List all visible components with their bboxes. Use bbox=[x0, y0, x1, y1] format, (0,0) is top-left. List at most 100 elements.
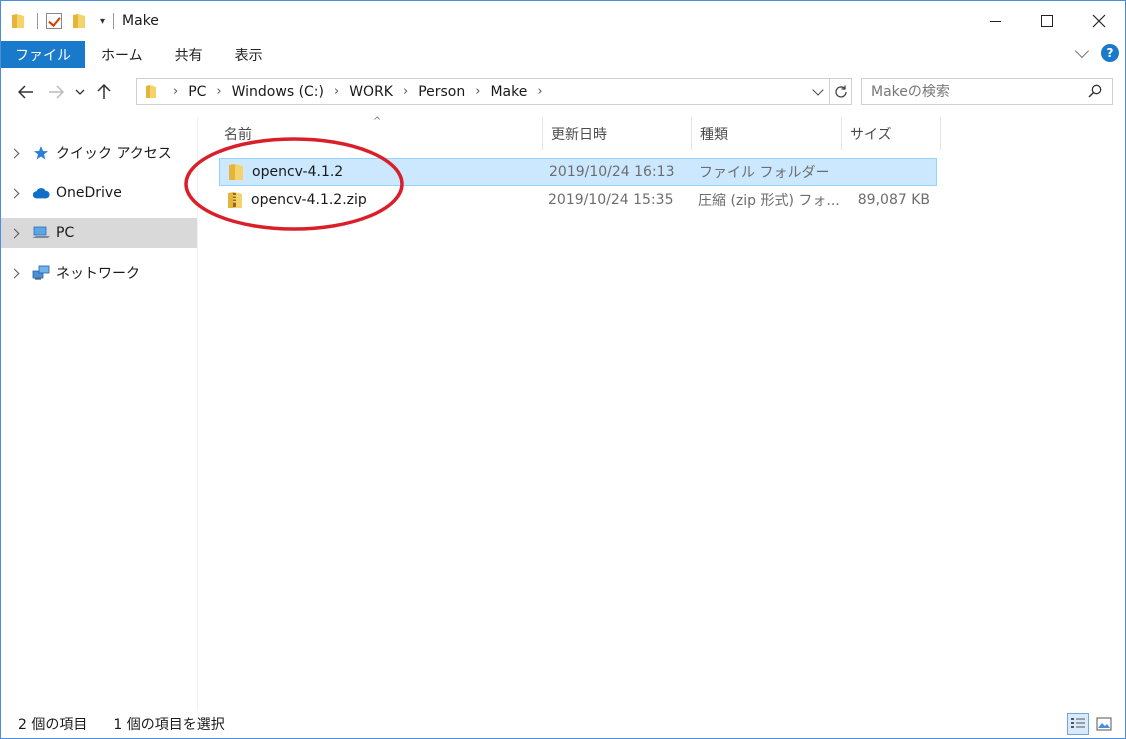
file-size: 89,087 KB bbox=[857, 192, 930, 208]
chevron-down-icon bbox=[75, 89, 85, 95]
forward-arrow-icon bbox=[49, 85, 64, 99]
file-date: 2019/10/24 15:35 bbox=[548, 192, 674, 208]
folder-icon bbox=[145, 84, 157, 99]
properties-icon[interactable] bbox=[46, 13, 62, 29]
up-arrow-icon bbox=[97, 84, 111, 99]
file-name: opencv-4.1.2.zip bbox=[251, 192, 367, 208]
view-switcher bbox=[1063, 713, 1115, 735]
folder-icon bbox=[228, 163, 244, 181]
sidebar-item-label: OneDrive bbox=[56, 185, 122, 201]
refresh-button[interactable] bbox=[829, 79, 851, 104]
item-count: 2 個の項目 bbox=[18, 716, 88, 733]
back-button[interactable] bbox=[11, 78, 41, 106]
details-view-icon bbox=[1071, 718, 1085, 728]
file-name-cell[interactable]: opencv-4.1.2.zip bbox=[219, 191, 544, 209]
sidebar-item-label: ネットワーク bbox=[56, 266, 140, 282]
folder-icon bbox=[11, 13, 25, 29]
sort-ascending-icon: ^ bbox=[373, 116, 382, 127]
chevron-right-icon[interactable] bbox=[9, 148, 20, 158]
tab-view[interactable]: 表示 bbox=[219, 41, 279, 68]
address-history-button[interactable] bbox=[807, 79, 829, 104]
file-date: 2019/10/24 16:13 bbox=[549, 164, 675, 180]
new-folder-icon[interactable] bbox=[72, 13, 86, 29]
sidebar-item-label: PC bbox=[56, 225, 75, 241]
column-header-size[interactable]: サイズ bbox=[842, 117, 941, 150]
column-header-label: サイズ bbox=[850, 126, 892, 143]
column-header-type[interactable]: 種類 bbox=[692, 117, 842, 150]
breadcrumb-windows-c[interactable]: Windows (C:) bbox=[232, 84, 324, 100]
close-icon bbox=[1092, 14, 1106, 28]
column-header-label: 種類 bbox=[700, 126, 728, 143]
column-headers: ^ 名前 更新日時 種類 サイズ bbox=[199, 116, 1125, 150]
refresh-icon bbox=[834, 85, 847, 98]
column-header-date[interactable]: 更新日時 bbox=[543, 117, 692, 150]
large-icons-view-icon bbox=[1096, 717, 1112, 731]
navigation-bar: › PC › Windows (C:) › WORK › Person › Ma… bbox=[1, 68, 1125, 116]
up-button[interactable] bbox=[89, 78, 119, 106]
quick-access-toolbar: ▾ bbox=[1, 1, 118, 41]
file-type: 圧縮 (zip 形式) フォ... bbox=[698, 193, 840, 209]
navigation-pane: クイック アクセス OneDrive PC ネットワーク bbox=[1, 117, 198, 709]
table-row[interactable]: opencv-4.1.2 2019/10/24 16:13 ファイル フォルダー bbox=[219, 158, 937, 186]
recent-locations-button[interactable] bbox=[71, 78, 89, 106]
breadcrumb-separator[interactable]: › bbox=[216, 84, 221, 99]
forward-button[interactable] bbox=[41, 78, 71, 106]
toolbar-separator bbox=[113, 13, 115, 29]
star-icon bbox=[32, 145, 50, 161]
breadcrumb-separator[interactable]: › bbox=[403, 84, 408, 99]
back-arrow-icon bbox=[18, 85, 33, 99]
breadcrumb-work[interactable]: WORK bbox=[349, 84, 393, 100]
cloud-icon bbox=[32, 185, 50, 201]
sidebar-item-pc[interactable]: PC bbox=[1, 218, 197, 248]
selected-count: 1 個の項目を選択 bbox=[113, 716, 225, 733]
tab-home[interactable]: ホーム bbox=[85, 41, 159, 68]
sidebar-item-label: クイック アクセス bbox=[56, 146, 172, 162]
file-type: ファイル フォルダー bbox=[699, 165, 830, 181]
sidebar-item-quick-access[interactable]: クイック アクセス bbox=[1, 133, 197, 173]
breadcrumb-make[interactable]: Make bbox=[490, 84, 527, 100]
minimize-button[interactable] bbox=[969, 1, 1021, 41]
pc-icon bbox=[32, 225, 50, 241]
minimize-icon bbox=[989, 20, 1001, 22]
window-controls bbox=[969, 1, 1125, 41]
breadcrumb-person[interactable]: Person bbox=[418, 84, 465, 100]
chevron-right-icon[interactable] bbox=[9, 228, 20, 238]
tab-share[interactable]: 共有 bbox=[159, 41, 219, 68]
large-icons-view-button[interactable] bbox=[1093, 713, 1115, 735]
column-header-label: 更新日時 bbox=[551, 126, 607, 143]
expand-ribbon-chevron-icon[interactable] bbox=[1074, 43, 1090, 59]
table-row[interactable]: opencv-4.1.2.zip 2019/10/24 15:35 圧縮 (zi… bbox=[219, 186, 937, 214]
breadcrumb-separator[interactable]: › bbox=[537, 84, 542, 99]
search-input[interactable] bbox=[871, 83, 1081, 100]
maximize-button[interactable] bbox=[1021, 1, 1073, 41]
file-list: ^ 名前 更新日時 種類 サイズ opencv-4.1.2 2019/10/24… bbox=[199, 116, 1125, 709]
help-icon[interactable]: ? bbox=[1101, 44, 1119, 62]
breadcrumb-pc[interactable]: PC bbox=[188, 84, 206, 100]
sidebar-item-network[interactable]: ネットワーク bbox=[1, 253, 197, 293]
explorer-window: ▾ Make ファイル ホーム 共有 表示 ? › PC › Windows (… bbox=[0, 0, 1126, 739]
file-name: opencv-4.1.2 bbox=[252, 164, 344, 180]
address-bar[interactable]: › PC › Windows (C:) › WORK › Person › Ma… bbox=[136, 78, 852, 105]
customize-toolbar-chevron-icon[interactable]: ▾ bbox=[100, 16, 105, 27]
breadcrumb-separator[interactable]: › bbox=[475, 84, 480, 99]
column-header-label: 名前 bbox=[224, 126, 252, 143]
chevron-right-icon[interactable] bbox=[9, 188, 20, 198]
toolbar-separator bbox=[37, 13, 38, 29]
ribbon-tabs: ファイル ホーム 共有 表示 ? bbox=[1, 41, 1125, 68]
tab-file[interactable]: ファイル bbox=[1, 41, 85, 68]
window-title: Make bbox=[122, 13, 159, 29]
zip-folder-icon bbox=[227, 191, 243, 209]
status-bar: 2 個の項目 1 個の項目を選択 bbox=[1, 709, 1125, 738]
ribbon-right: ? bbox=[1074, 43, 1119, 62]
sidebar-item-onedrive[interactable]: OneDrive bbox=[1, 173, 197, 213]
details-view-button[interactable] bbox=[1067, 713, 1089, 735]
network-icon bbox=[32, 265, 50, 281]
search-box[interactable] bbox=[861, 78, 1113, 105]
breadcrumb-separator[interactable]: › bbox=[334, 84, 339, 99]
search-icon[interactable] bbox=[1088, 84, 1102, 98]
breadcrumb-separator[interactable]: › bbox=[173, 84, 178, 99]
chevron-right-icon[interactable] bbox=[9, 268, 20, 278]
file-name-cell[interactable]: opencv-4.1.2 bbox=[220, 163, 545, 181]
close-button[interactable] bbox=[1073, 1, 1125, 41]
column-header-name[interactable]: ^ 名前 bbox=[199, 116, 543, 150]
